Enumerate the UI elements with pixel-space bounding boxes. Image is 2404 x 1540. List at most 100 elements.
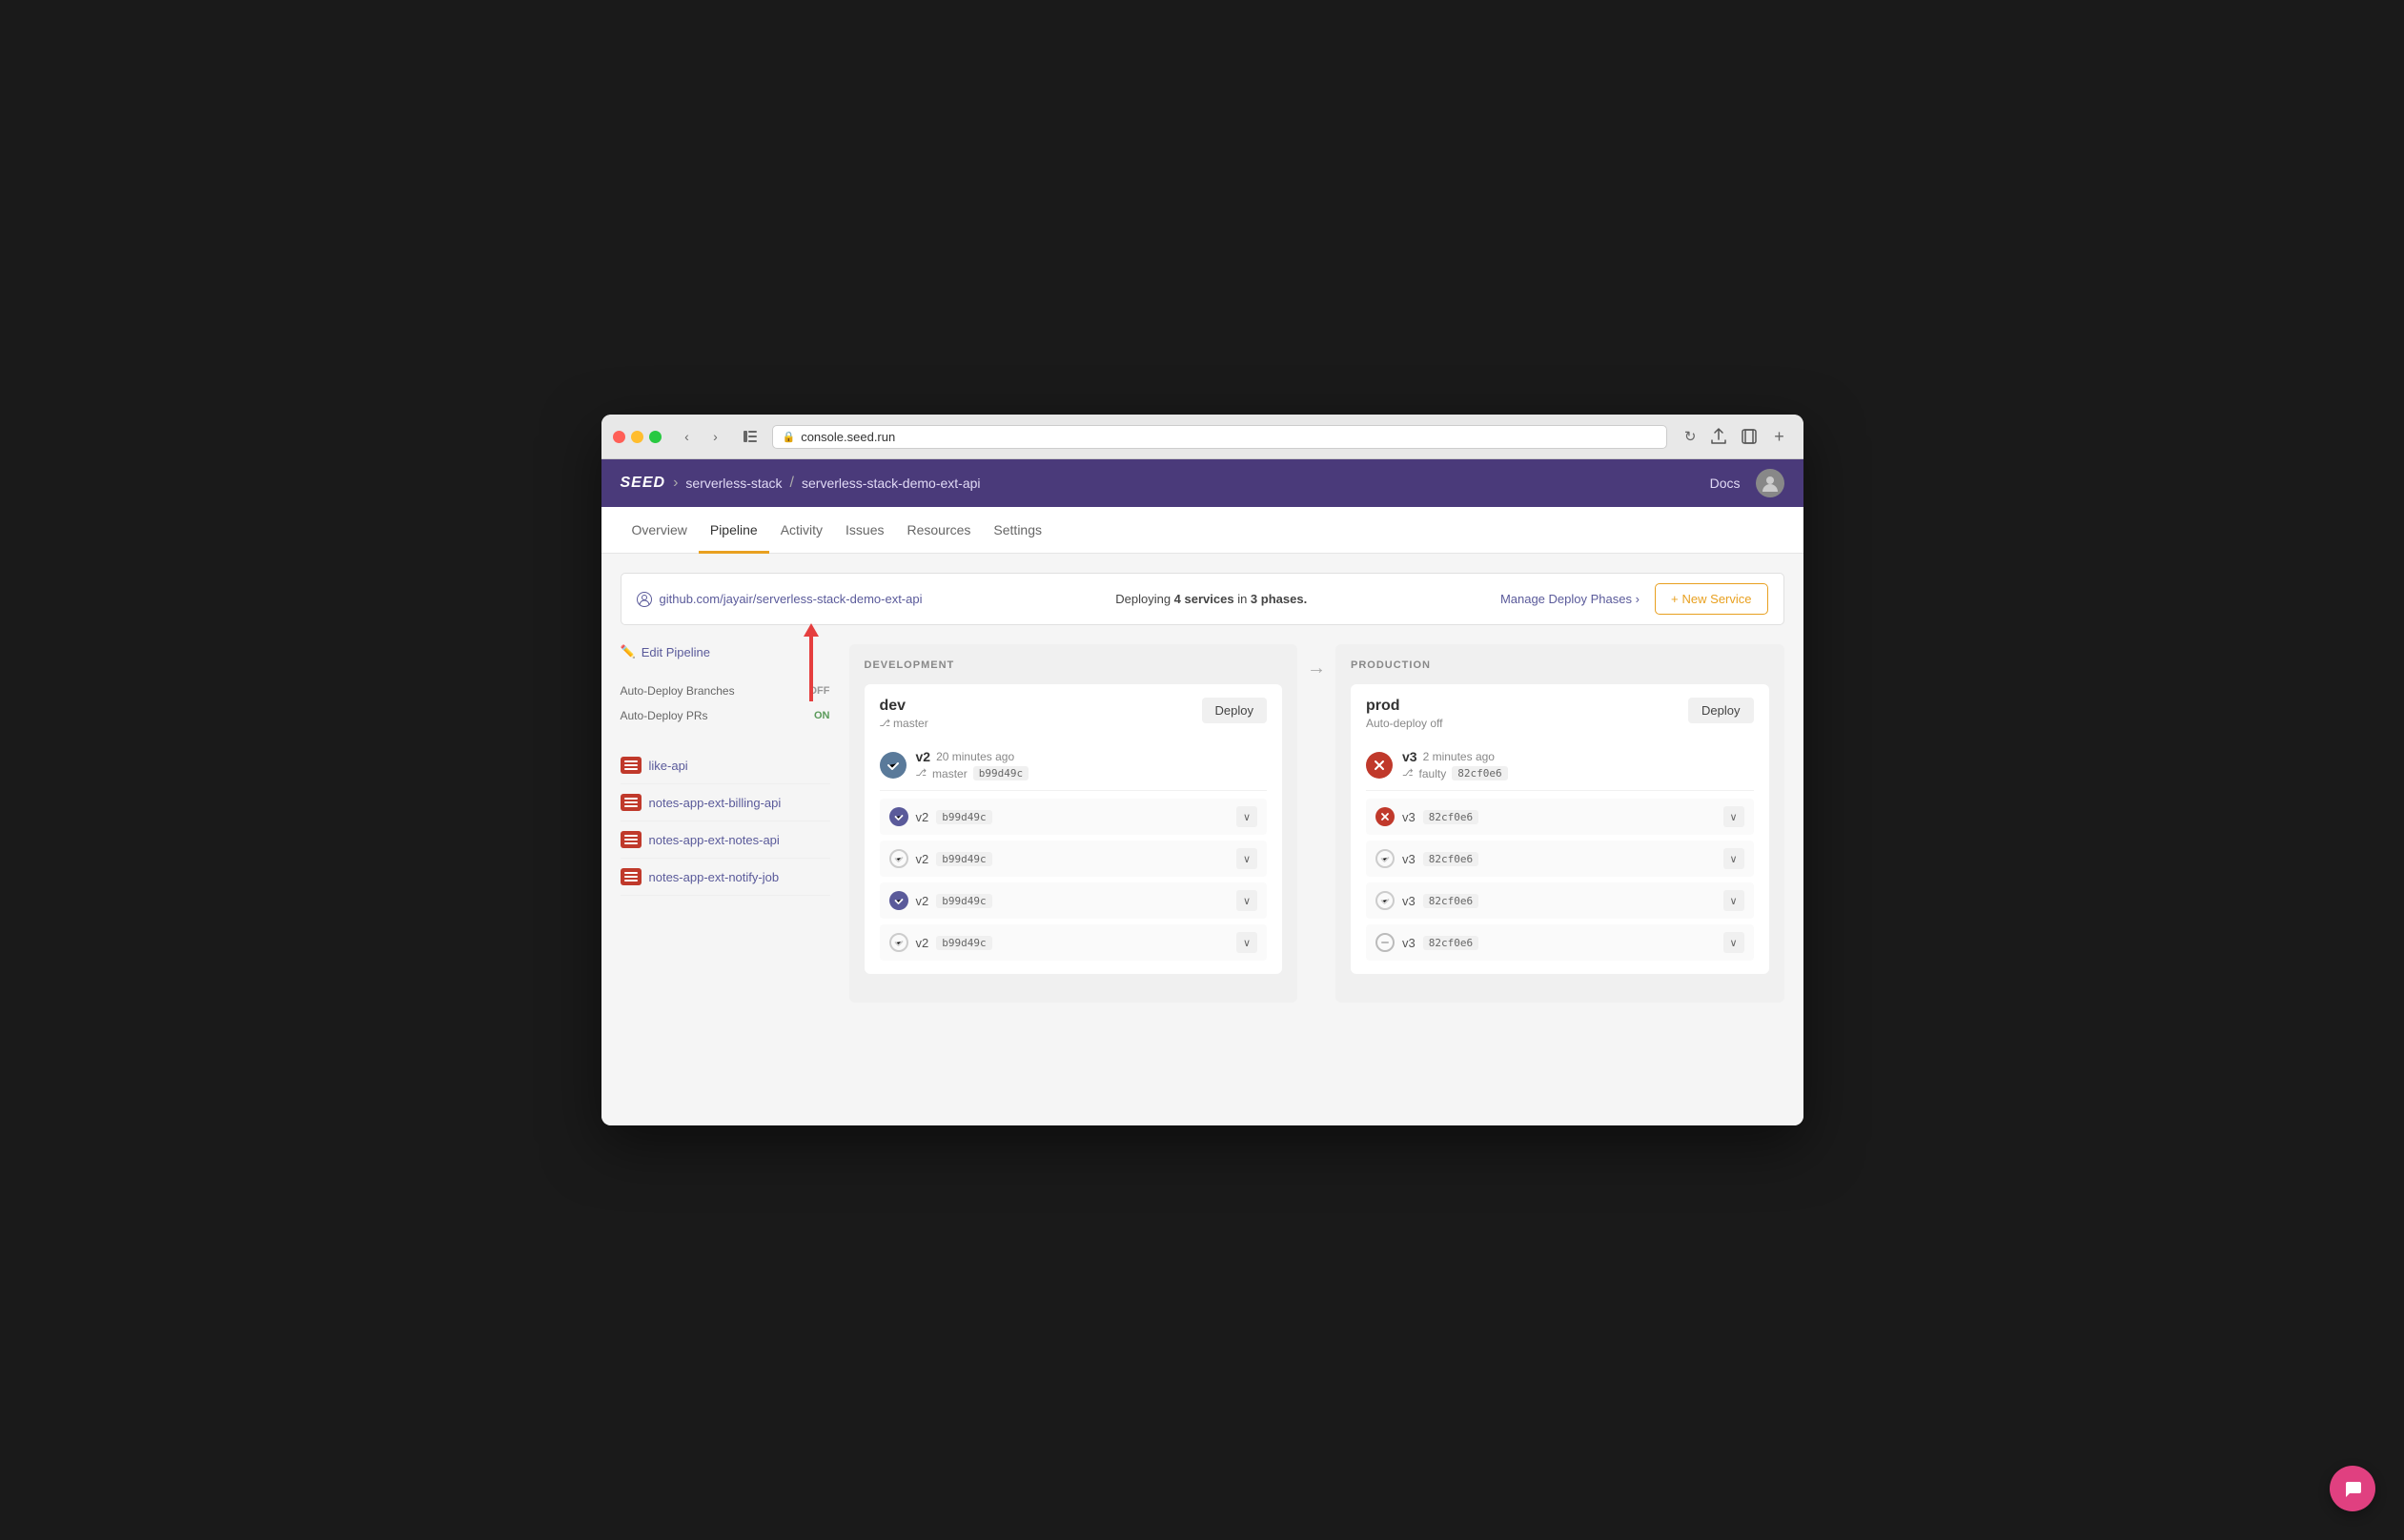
prod-version: v3 — [1402, 749, 1417, 764]
prod-service-check-icon-1 — [1375, 849, 1395, 868]
new-service-plus-icon: + — [1671, 592, 1679, 606]
sidebar-service-like-api[interactable]: like-api — [621, 747, 830, 784]
avatar[interactable] — [1756, 469, 1784, 497]
edit-pipeline-label: Edit Pipeline — [642, 645, 710, 659]
pipeline-stages: DEVELOPMENT dev ⎇ master — [849, 644, 1784, 1003]
prod-service-expand-0[interactable]: ∨ — [1723, 806, 1744, 827]
dev-version-row: v2 20 minutes ago — [916, 749, 1029, 764]
address-bar[interactable]: 🔒 console.seed.run — [772, 425, 1667, 449]
service-icon-billing-api — [621, 794, 642, 811]
dev-service-expand-3[interactable]: ∨ — [1236, 932, 1257, 953]
share-button[interactable] — [1706, 424, 1731, 449]
tab-activity[interactable]: Activity — [769, 507, 834, 554]
dev-branch-icon-meta: ⎇ — [916, 768, 927, 779]
env-prod-info: prod Auto-deploy off — [1366, 698, 1443, 730]
dev-service-check-icon-3 — [889, 933, 908, 952]
repo-bar-left: github.com/jayair/serverless-stack-demo-… — [637, 592, 923, 607]
prod-service-row-right-3: ∨ — [1723, 932, 1744, 953]
manage-phases-link[interactable]: Manage Deploy Phases › — [1500, 592, 1640, 606]
auto-deploy-prs-row: Auto-Deploy PRs ON — [621, 703, 830, 728]
service-name-notes-api: notes-app-ext-notes-api — [649, 833, 780, 847]
prod-service-check-icon-2 — [1375, 891, 1395, 910]
lock-icon: 🔒 — [783, 431, 796, 443]
close-button[interactable] — [613, 431, 625, 443]
tab-overview[interactable]: Overview — [621, 507, 699, 554]
prod-service-version-1: v3 — [1402, 852, 1416, 866]
breadcrumb-app[interactable]: serverless-stack-demo-ext-api — [802, 476, 981, 491]
stage-development-header: DEVELOPMENT — [865, 659, 1283, 671]
sidebar-toggle-button[interactable] — [738, 424, 763, 449]
chat-icon — [2342, 1478, 2363, 1499]
github-icon — [637, 592, 652, 607]
dev-service-expand-0[interactable]: ∨ — [1236, 806, 1257, 827]
dev-service-row-left-2: v2 b99d49c — [889, 891, 992, 910]
main-content: github.com/jayair/serverless-stack-demo-… — [601, 554, 1803, 1125]
back-button[interactable]: ‹ — [675, 424, 700, 449]
dev-service-expand-1[interactable]: ∨ — [1236, 848, 1257, 869]
sidebar-service-billing-api[interactable]: notes-app-ext-billing-api — [621, 784, 830, 821]
prod-version-row: v3 2 minutes ago — [1402, 749, 1508, 764]
prod-service-expand-3[interactable]: ∨ — [1723, 932, 1744, 953]
prod-service-expand-2[interactable]: ∨ — [1723, 890, 1744, 911]
prod-service-expand-1[interactable]: ∨ — [1723, 848, 1744, 869]
maximize-button[interactable] — [649, 431, 662, 443]
url-text: console.seed.run — [801, 430, 895, 444]
dev-service-version-3: v2 — [916, 936, 929, 950]
tab-settings[interactable]: Settings — [982, 507, 1053, 554]
tab-issues[interactable]: Issues — [834, 507, 895, 554]
repo-bar: github.com/jayair/serverless-stack-demo-… — [621, 573, 1784, 625]
prod-service-minus-icon-3 — [1375, 933, 1395, 952]
browser-window: ‹ › 🔒 console.seed.run ↻ — [601, 415, 1803, 1125]
env-prod-branch: Auto-deploy off — [1366, 717, 1443, 730]
env-dev-name: dev — [880, 698, 928, 715]
service-name-like-api: like-api — [649, 759, 688, 773]
browser-nav: ‹ › — [675, 424, 728, 449]
reload-button[interactable]: ↻ — [1684, 428, 1697, 445]
service-icon-notify-job — [621, 868, 642, 885]
pencil-icon: ✏️ — [621, 644, 636, 659]
prod-commit-hash: 82cf0e6 — [1452, 766, 1507, 780]
breadcrumb-org[interactable]: serverless-stack — [685, 476, 782, 491]
app-header-left: SEED › serverless-stack / serverless-sta… — [621, 475, 981, 492]
dev-service-version-2: v2 — [916, 894, 929, 908]
tab-pipeline[interactable]: Pipeline — [699, 507, 769, 554]
stage-development: DEVELOPMENT dev ⎇ master — [849, 644, 1298, 1003]
pipeline-settings: Auto-Deploy Branches OFF Auto-Deploy PRs… — [621, 679, 830, 728]
traffic-lights — [613, 431, 662, 443]
forward-button[interactable]: › — [703, 424, 728, 449]
breadcrumb-sep-1: › — [673, 475, 678, 492]
auto-deploy-branches-row: Auto-Deploy Branches OFF — [621, 679, 830, 703]
prod-service-commit-2: 82cf0e6 — [1423, 894, 1478, 908]
minimize-button[interactable] — [631, 431, 643, 443]
repo-bar-center: Deploying 4 services in 3 phases. — [1115, 592, 1307, 606]
prod-service-row-left-3: v3 82cf0e6 — [1375, 933, 1478, 952]
sidebar-service-notify-job[interactable]: notes-app-ext-notify-job — [621, 859, 830, 896]
prod-summary-info: v3 2 minutes ago ⎇ faulty 82cf0e6 — [1402, 749, 1508, 780]
prod-service-row-left-0: v3 82cf0e6 — [1375, 807, 1478, 826]
docs-link[interactable]: Docs — [1710, 476, 1741, 491]
repo-bar-right: Manage Deploy Phases › + New Service — [1500, 583, 1768, 615]
edit-pipeline-link[interactable]: ✏️ Edit Pipeline — [621, 644, 830, 659]
service-icon-like-api — [621, 757, 642, 774]
new-tab-button[interactable] — [1737, 424, 1762, 449]
app-header: SEED › serverless-stack / serverless-sta… — [601, 459, 1803, 507]
seed-logo[interactable]: SEED — [621, 475, 666, 492]
sidebar-service-notes-api[interactable]: notes-app-ext-notes-api — [621, 821, 830, 859]
dev-deploy-time: 20 minutes ago — [936, 750, 1014, 763]
prod-deploy-button[interactable]: Deploy — [1688, 698, 1753, 723]
env-dev-branch: ⎇ master — [880, 717, 928, 730]
dev-deploy-button[interactable]: Deploy — [1202, 698, 1267, 723]
chat-widget[interactable] — [2330, 1466, 2375, 1511]
prod-service-row-left-1: v3 82cf0e6 — [1375, 849, 1478, 868]
repo-url[interactable]: github.com/jayair/serverless-stack-demo-… — [660, 592, 923, 606]
add-tab-button[interactable]: + — [1767, 424, 1792, 449]
new-service-button[interactable]: + New Service — [1655, 583, 1768, 615]
env-card-prod: prod Auto-deploy off Deploy — [1351, 684, 1769, 974]
tab-resources[interactable]: Resources — [896, 507, 983, 554]
env-card-dev-header: dev ⎇ master Deploy — [880, 698, 1268, 730]
prod-service-row-right-0: ∨ — [1723, 806, 1744, 827]
dev-service-version-0: v2 — [916, 810, 929, 824]
dev-service-commit-3: b99d49c — [936, 936, 991, 950]
dev-service-expand-2[interactable]: ∨ — [1236, 890, 1257, 911]
prod-service-version-2: v3 — [1402, 894, 1416, 908]
